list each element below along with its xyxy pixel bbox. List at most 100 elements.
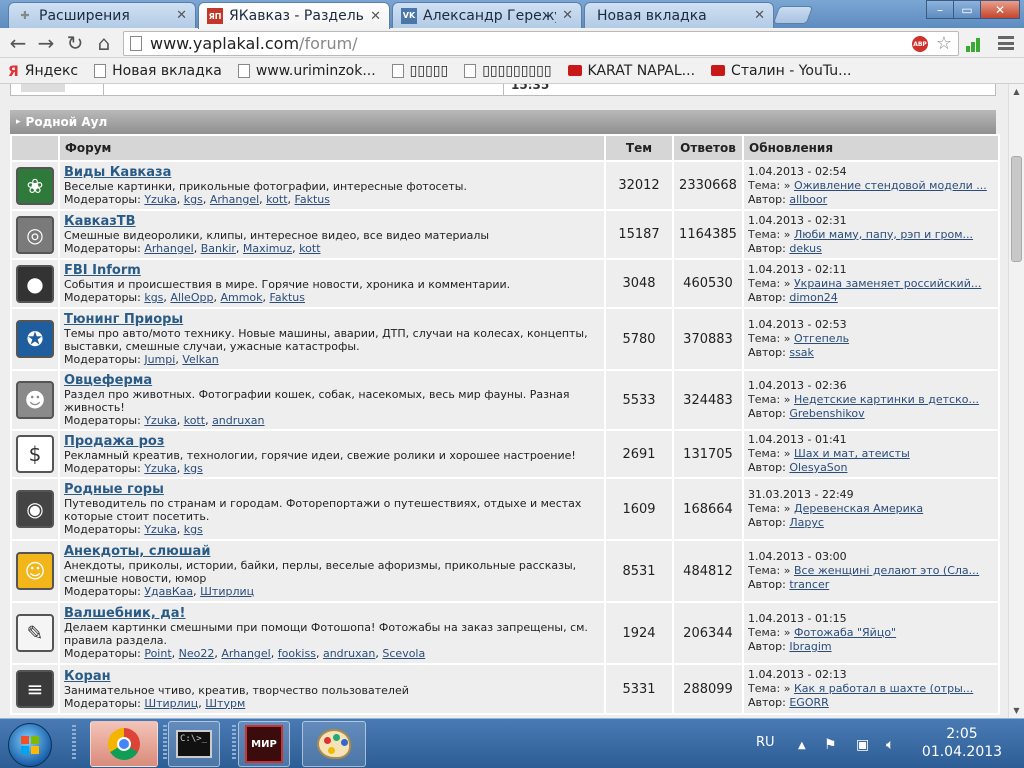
moderator-link[interactable]: Velkan: [182, 353, 218, 366]
author-link[interactable]: OlesyaSon: [789, 461, 847, 474]
forum-title-link[interactable]: Анекдоты, слюшай: [64, 544, 600, 559]
moderator-link[interactable]: kgs: [184, 462, 203, 475]
dollar-icon[interactable]: $: [16, 435, 54, 473]
taskbar-game[interactable]: МИР: [238, 721, 290, 767]
new-tab-button[interactable]: [772, 6, 814, 24]
moderator-link[interactable]: fookiss: [278, 647, 316, 660]
forum-title-link[interactable]: КавказТВ: [64, 214, 600, 229]
tab-yaplakal[interactable]: ЯП ЯКавказ - Разделы ✕: [198, 2, 390, 29]
adblock-icon[interactable]: ABP: [912, 36, 928, 52]
moderator-link[interactable]: Bankir: [201, 242, 236, 255]
moderator-link[interactable]: Faktus: [295, 193, 330, 206]
last-topic-link[interactable]: Как я работал в шахте (отры...: [794, 682, 973, 695]
close-icon[interactable]: ✕: [176, 8, 187, 23]
tab-extensions[interactable]: ✚ Расширения ✕: [8, 2, 196, 28]
taskbar-paint[interactable]: [302, 721, 366, 767]
close-window-button[interactable]: ✕: [980, 0, 1020, 19]
bookmark-karat[interactable]: KARAT NAPAL...: [567, 63, 695, 79]
minimize-button[interactable]: –: [926, 0, 954, 19]
bookmark-untitled-2[interactable]: ▯▯▯▯▯▯▯▯▯: [464, 63, 552, 79]
menu-button[interactable]: [996, 34, 1016, 52]
scroll-thumb[interactable]: [1011, 156, 1022, 262]
last-topic-link[interactable]: Люби маму, папу, рэп и гром...: [794, 228, 973, 241]
forum-title-link[interactable]: Валшебник, да!: [64, 606, 600, 621]
moderator-link[interactable]: AlleOpp: [170, 291, 213, 304]
last-topic-link[interactable]: Недетские картинки в детско...: [794, 393, 979, 406]
header-updates[interactable]: Обновления: [744, 136, 998, 160]
moderator-link[interactable]: kott: [266, 193, 287, 206]
show-hidden-icons[interactable]: ▲: [798, 740, 806, 751]
network-icon[interactable]: ▣: [856, 737, 869, 753]
forum-title-link[interactable]: FBI Inform: [64, 263, 600, 278]
bookmark-yandex[interactable]: Я Яндекс: [8, 63, 78, 80]
forum-title-link[interactable]: Тюнинг Приоры: [64, 312, 600, 327]
books-icon[interactable]: ≡: [16, 670, 54, 708]
globe-icon[interactable]: ●: [16, 264, 54, 303]
moderator-link[interactable]: kott: [184, 414, 205, 427]
moderator-link[interactable]: Jumpi: [144, 353, 175, 366]
last-topic-link[interactable]: Шах и мат, атеисты: [794, 447, 910, 460]
scroll-up-icon[interactable]: ▲: [1009, 84, 1024, 99]
smiley-icon[interactable]: ☺: [16, 552, 54, 590]
forum-title-link[interactable]: Виды Кавказа: [64, 165, 600, 180]
camera-icon[interactable]: ◉: [16, 490, 54, 528]
close-icon[interactable]: ✕: [370, 9, 381, 24]
start-button[interactable]: [8, 723, 52, 767]
bookmark-uriminzok[interactable]: www.uriminzok...: [237, 63, 376, 79]
moderator-link[interactable]: kgs: [144, 291, 163, 304]
last-topic-link[interactable]: Деревенская Америка: [794, 502, 923, 515]
clock[interactable]: 2:05 01.04.2013: [914, 725, 1010, 761]
moderator-link[interactable]: andruxan: [323, 647, 375, 660]
maximize-button[interactable]: ▭: [953, 0, 981, 19]
flag-icon[interactable]: ⚑: [824, 737, 837, 753]
film-reel-icon[interactable]: ◎: [16, 215, 54, 254]
last-topic-link[interactable]: Оживление стендовой модели ...: [794, 179, 987, 192]
moderator-link[interactable]: andruxan: [212, 414, 264, 427]
header-forum[interactable]: Форум: [60, 136, 604, 160]
author-link[interactable]: ssak: [789, 346, 814, 359]
forum-title-link[interactable]: Родные горы: [64, 482, 600, 497]
moderator-link[interactable]: Scevola: [382, 647, 425, 660]
author-link[interactable]: EGORR: [789, 696, 828, 709]
language-indicator[interactable]: RU: [756, 735, 775, 750]
header-topics[interactable]: Тем: [606, 136, 672, 160]
moderator-link[interactable]: Yzuka: [144, 414, 176, 427]
bookmark-untitled-1[interactable]: ▯▯▯▯▯: [391, 63, 448, 79]
author-link[interactable]: Ibragim: [789, 640, 831, 653]
back-button[interactable]: ←: [6, 31, 30, 55]
last-topic-link[interactable]: Фотожаба "Яйцо": [794, 626, 896, 639]
moderator-link[interactable]: Штирлиц: [144, 697, 198, 710]
moderator-link[interactable]: Yzuka: [144, 193, 176, 206]
star-wheel-icon[interactable]: ✪: [16, 320, 54, 358]
moderator-link[interactable]: Yzuka: [144, 523, 176, 536]
address-bar[interactable]: www.yaplakal.com/forum/ ABP ☆: [123, 31, 959, 56]
bookmark-stalin[interactable]: Сталин - YouTu...: [711, 63, 852, 79]
cat-icon[interactable]: ☻: [16, 381, 54, 419]
vertical-scrollbar[interactable]: ▲ ▼: [1008, 84, 1024, 718]
tab-new-tab[interactable]: Новая вкладка ✕: [584, 2, 774, 28]
last-topic-link[interactable]: Украина заменяет российский...: [794, 277, 981, 290]
moderator-link[interactable]: Faktus: [270, 291, 305, 304]
author-link[interactable]: trancer: [789, 578, 829, 591]
close-icon[interactable]: ✕: [754, 8, 765, 23]
header-replies[interactable]: Ответов: [674, 136, 742, 160]
scroll-down-icon[interactable]: ▼: [1009, 703, 1024, 718]
landscape-icon[interactable]: ❀: [16, 166, 54, 205]
moderator-link[interactable]: kott: [299, 242, 320, 255]
taskbar-chrome[interactable]: [90, 721, 158, 767]
moderator-link[interactable]: Arhangel: [221, 647, 270, 660]
moderator-link[interactable]: kgs: [184, 193, 203, 206]
reload-button[interactable]: ↻: [63, 31, 87, 55]
moderator-link[interactable]: Штурм: [205, 697, 245, 710]
moderator-link[interactable]: Maximuz: [243, 242, 292, 255]
forum-title-link[interactable]: Коран: [64, 669, 600, 684]
bird-icon[interactable]: ✎: [16, 614, 54, 652]
author-link[interactable]: dekus: [789, 242, 821, 255]
moderator-link[interactable]: Neo22: [179, 647, 215, 660]
taskbar-cmd[interactable]: C:\>_: [168, 721, 220, 767]
last-topic-link[interactable]: Все женщині делают это (Сла...: [794, 564, 979, 577]
star-icon[interactable]: ☆: [936, 33, 952, 54]
home-button[interactable]: ⌂: [92, 31, 116, 55]
signal-extension-icon[interactable]: [966, 34, 984, 52]
moderator-link[interactable]: Arhangel: [144, 242, 193, 255]
